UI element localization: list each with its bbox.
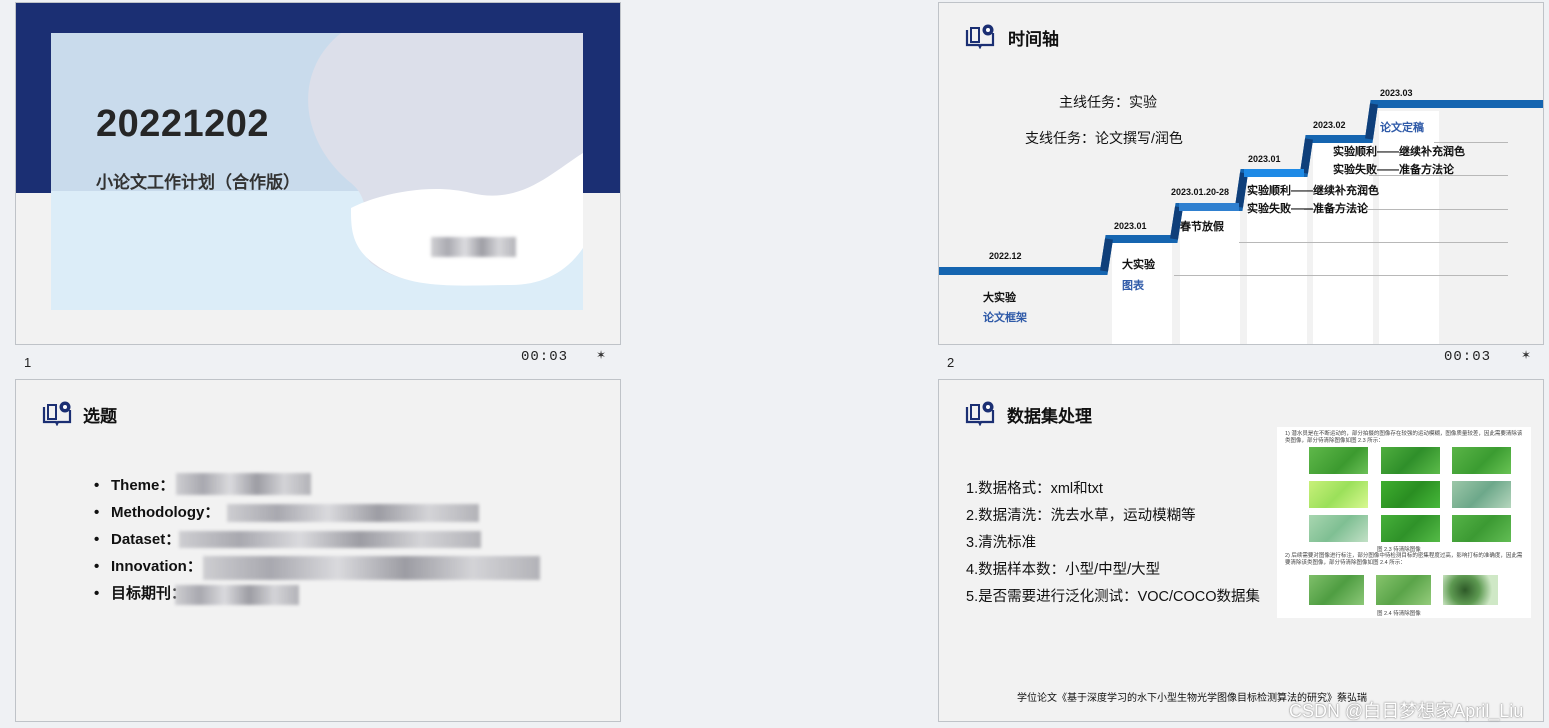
image-tile: [1308, 446, 1369, 475]
book-icon: [42, 401, 72, 426]
image-tile: [1380, 480, 1441, 509]
image-tile: [1375, 574, 1432, 606]
slide-number-1: 1: [24, 355, 32, 370]
timeline-date: 2023.02: [1313, 120, 1346, 130]
image-tile: [1308, 574, 1365, 606]
step-item: 5.是否需要进行泛化测试：VOC/COCO数据集: [966, 589, 1261, 605]
image-tile: [1308, 480, 1369, 509]
redacted-text: [176, 473, 311, 495]
step-item: 1.数据格式：xml和txt: [966, 481, 1103, 497]
redacted-text: [227, 504, 479, 522]
timeline-item: 大实验: [1122, 259, 1155, 271]
timeline-item: 实验失败——准备方法论: [1333, 164, 1454, 176]
figure-text: 1) 潜水员是在不断运动的，部分拍摄的图像存在较强的运动模糊，图像质量较差，因此…: [1285, 431, 1523, 444]
timeline-date: 2022.12: [989, 251, 1022, 261]
slide-heading: 数据集处理: [1007, 407, 1092, 426]
slide-thumbnail-1[interactable]: 20221202 小论文工作计划（合作版）: [15, 2, 621, 345]
slide-thumbnail-3[interactable]: 选题 Theme： Methodology： Dataset： Innovati…: [15, 379, 621, 722]
redacted-author: [431, 237, 516, 257]
step-item: 3.清洗标准: [966, 535, 1037, 551]
figure-caption: 图 2.3 待清除图像: [1377, 547, 1421, 553]
image-tile: [1442, 574, 1499, 606]
csdn-watermark: CSDN @白日梦想家April_Liu: [1289, 701, 1524, 721]
timeline-date: 2023.03: [1380, 88, 1413, 98]
figure-caption: 图 2.4 待清除图像: [1377, 611, 1421, 617]
slide-title: 20221202: [96, 103, 270, 145]
image-tile: [1380, 514, 1441, 543]
timeline-item: 实验顺利——继续补充润色: [1247, 185, 1379, 197]
timeline-highlight: 图表: [1122, 280, 1144, 292]
image-tile: [1451, 514, 1512, 543]
timeline-date: 2023.01: [1114, 221, 1147, 231]
slide-number-2: 2: [947, 355, 955, 370]
timeline-highlight: 论文定稿: [1380, 122, 1424, 134]
slide-heading: 选题: [83, 407, 117, 426]
image-tile: [1451, 480, 1512, 509]
slide-timing-1: 00:03: [521, 349, 569, 365]
slide-thumbnail-2[interactable]: 时间轴 主线任务：实验 支线任务：论文撰写/润色 2022.12 2023.01…: [938, 2, 1544, 345]
timeline-item: 大实验: [983, 292, 1016, 304]
bullet-methodology: Methodology：: [94, 503, 219, 530]
timeline-date: 2023.01.20-28: [1171, 187, 1230, 197]
bullet-innovation: Innovation：: [94, 557, 219, 584]
timeline-item: 实验顺利——继续补充润色: [1333, 146, 1465, 158]
image-tile: [1451, 446, 1512, 475]
animation-star-icon[interactable]: ✶: [1521, 348, 1531, 362]
step-item: 2.数据清洗：洗去水草，运动模糊等: [966, 508, 1196, 524]
redacted-text: [175, 585, 299, 605]
slide-timing-2: 00:03: [1444, 349, 1492, 365]
image-tile: [1380, 446, 1441, 475]
timeline-item: 实验失败——准备方法论: [1247, 203, 1368, 215]
animation-star-icon[interactable]: ✶: [596, 348, 606, 362]
thesis-figure-excerpt: 1) 潜水员是在不断运动的，部分拍摄的图像存在较强的运动模糊，图像质量较差，因此…: [1277, 427, 1531, 618]
image-tile: [1308, 514, 1369, 543]
redacted-text: [203, 556, 540, 580]
redacted-text: [179, 531, 481, 548]
slide-subtitle: 小论文工作计划（合作版）: [96, 173, 300, 192]
slide-thumbnail-4[interactable]: 数据集处理 1.数据格式：xml和txt 2.数据清洗：洗去水草，运动模糊等 3…: [938, 379, 1544, 722]
timeline-highlight: 论文框架: [983, 312, 1027, 324]
timeline-date: 2023.01: [1248, 154, 1281, 164]
timeline-item: 春节放假: [1180, 221, 1224, 233]
book-icon: [965, 401, 995, 426]
dataset-steps: 1.数据格式：xml和txt 2.数据清洗：洗去水草，运动模糊等 3.清洗标准 …: [966, 479, 1260, 614]
step-item: 4.数据样本数：小型/中型/大型: [966, 562, 1161, 578]
figure-text: 2) 后续需要对图像进行标注，部分图像中待检测目标的密集程度过高，影响打标的准确…: [1285, 553, 1523, 566]
